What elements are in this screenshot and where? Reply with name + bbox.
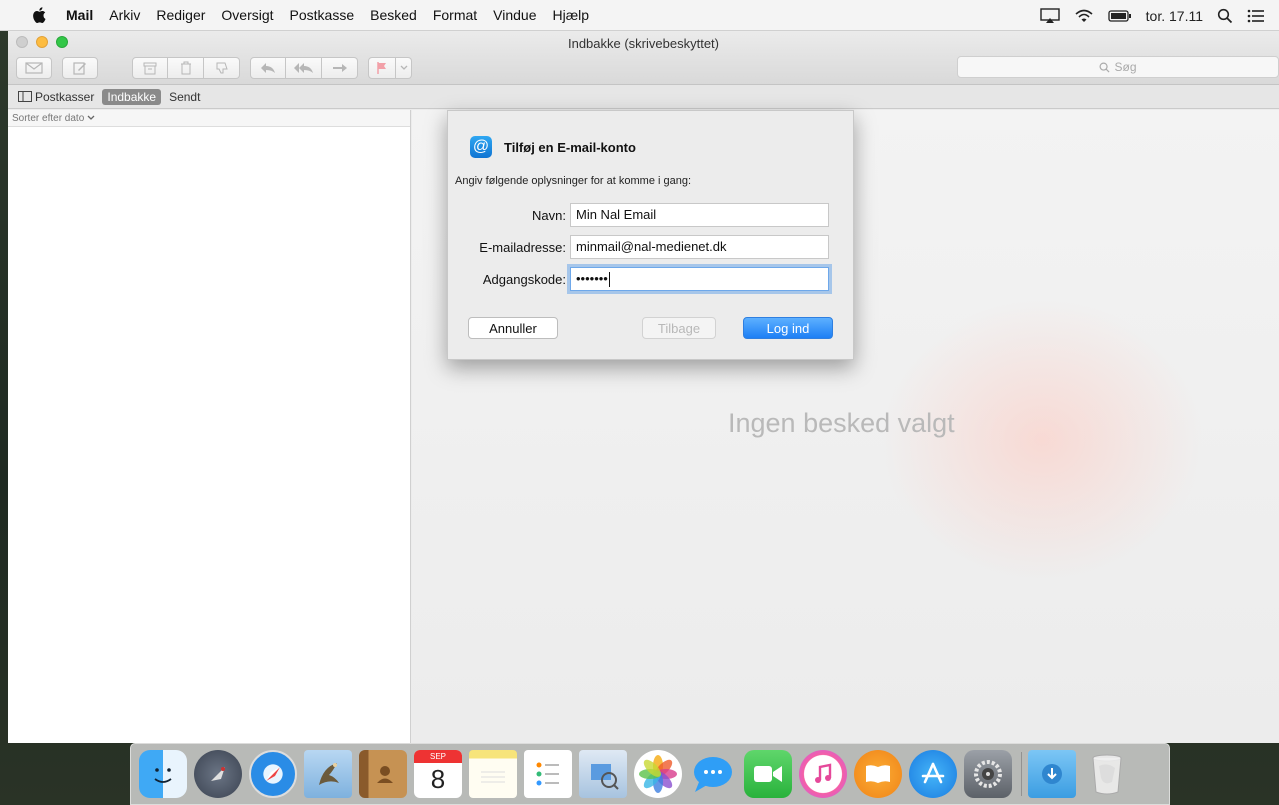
back-button[interactable]: Tilbage — [642, 317, 716, 339]
password-row: Adgangskode: ••••••• — [448, 267, 855, 291]
search-placeholder: Søg — [1114, 60, 1137, 74]
safari-icon[interactable] — [249, 750, 297, 798]
email-row: E-mailadresse: minmail@nal-medienet.dk — [448, 235, 855, 259]
archive-button[interactable] — [132, 57, 168, 79]
sidebar-icon — [18, 91, 32, 102]
password-dots: ••••••• — [576, 271, 608, 286]
menu-vindue[interactable]: Vindue — [493, 7, 536, 23]
cancel-button[interactable]: Annuller — [468, 317, 558, 339]
mailboxes-button[interactable]: Postkasser — [18, 90, 94, 104]
wifi-icon[interactable] — [1074, 8, 1094, 24]
mailboxes-label: Postkasser — [35, 89, 95, 104]
forward-icon — [332, 64, 347, 72]
search-field[interactable]: Søg — [957, 56, 1279, 78]
window-title: Indbakke (skrivebeskyttet) — [567, 36, 719, 51]
sort-menu[interactable]: Sorter efter dato — [8, 110, 410, 127]
spotlight-search-icon[interactable] — [1217, 8, 1233, 24]
reply-icon — [261, 63, 275, 73]
name-label: Navn: — [532, 207, 566, 223]
notes-icon[interactable] — [469, 750, 517, 798]
add-account-sheet: @ Tilføj en E-mail-konto Angiv følgende … — [447, 110, 854, 360]
sheet-subtitle: Angiv følgende oplysninger for at komme … — [455, 175, 692, 187]
message-list[interactable]: Sorter efter dato — [8, 110, 411, 743]
favorite-inbox[interactable]: Indbakke — [102, 88, 162, 105]
chevron-down-icon — [400, 65, 407, 70]
dock: SEP 8 — [130, 743, 1170, 805]
calendar-month: SEP — [414, 750, 462, 763]
reply-group — [250, 57, 358, 79]
name-row: Navn: Min Nal Email — [448, 203, 855, 227]
email-label: E-mailadresse: — [479, 239, 566, 255]
reply-all-icon — [293, 63, 313, 73]
password-field[interactable]: ••••••• — [570, 267, 829, 291]
reply-all-button[interactable] — [286, 57, 322, 79]
envelope-icon — [25, 62, 43, 74]
menu-hjaelp[interactable]: Hjælp — [553, 7, 590, 23]
password-label: Adgangskode: — [482, 271, 566, 287]
sheet-title: Tilføj en E-mail-konto — [504, 139, 636, 155]
favorites-bar: Postkasser Indbakke Sendt — [8, 85, 1279, 109]
calendar-day: 8 — [430, 764, 446, 794]
flag-button[interactable] — [368, 57, 396, 79]
chevron-down-icon — [87, 115, 95, 120]
thumbs-down-icon — [216, 62, 228, 74]
trash-icon[interactable] — [1083, 750, 1131, 798]
launchpad-icon[interactable] — [194, 750, 242, 798]
search-icon — [1099, 62, 1110, 73]
app-store-icon[interactable] — [909, 750, 957, 798]
preview-icon[interactable] — [579, 750, 627, 798]
downloads-icon[interactable] — [1028, 750, 1076, 798]
calendar-icon[interactable]: SEP 8 — [414, 750, 462, 798]
toolbar — [16, 56, 422, 80]
ibooks-icon[interactable] — [854, 750, 902, 798]
at-sign-icon: @ — [470, 136, 492, 158]
flag-menu-button[interactable] — [396, 57, 412, 79]
airplay-icon[interactable] — [1039, 7, 1060, 24]
system-preferences-icon[interactable] — [964, 750, 1012, 798]
photos-icon[interactable] — [634, 750, 682, 798]
dock-separator — [1021, 752, 1022, 796]
messages-icon[interactable] — [689, 750, 737, 798]
reminders-icon[interactable] — [524, 750, 572, 798]
itunes-icon[interactable] — [799, 750, 847, 798]
title-bar: Indbakke (skrivebeskyttet) Søg — [8, 31, 1279, 85]
facetime-icon[interactable] — [744, 750, 792, 798]
menu-oversigt[interactable]: Oversigt — [221, 7, 273, 23]
menu-app-mail[interactable]: Mail — [66, 7, 93, 23]
battery-icon[interactable] — [1108, 9, 1132, 23]
trash-icon — [180, 61, 191, 75]
menu-format[interactable]: Format — [433, 7, 477, 23]
menu-besked[interactable]: Besked — [370, 7, 417, 23]
name-field[interactable]: Min Nal Email — [570, 203, 829, 227]
contacts-icon[interactable] — [359, 750, 407, 798]
favorite-sent[interactable]: Sendt — [169, 90, 200, 104]
mail-icon[interactable] — [304, 750, 352, 798]
menu-bar: Mail Arkiv Rediger Oversigt Postkasse Be… — [0, 0, 1279, 31]
finder-icon[interactable] — [139, 750, 187, 798]
menu-arkiv[interactable]: Arkiv — [109, 7, 140, 23]
menu-clock[interactable]: tor. 17.11 — [1146, 8, 1203, 24]
sort-label: Sorter efter dato — [12, 112, 85, 124]
compose-icon — [73, 62, 86, 75]
email-field[interactable]: minmail@nal-medienet.dk — [570, 235, 829, 259]
get-mail-button[interactable] — [16, 57, 52, 79]
reply-button[interactable] — [250, 57, 286, 79]
compose-button[interactable] — [62, 57, 98, 79]
forward-button[interactable] — [322, 57, 358, 79]
menu-postkasse[interactable]: Postkasse — [290, 7, 355, 23]
archive-icon — [143, 62, 157, 75]
login-button[interactable]: Log ind — [743, 317, 833, 339]
no-message-label: Ingen besked valgt — [728, 408, 955, 438]
action-group — [132, 57, 240, 79]
junk-button[interactable] — [204, 57, 240, 79]
menu-rediger[interactable]: Rediger — [156, 7, 205, 23]
apple-menu-icon[interactable] — [28, 3, 52, 27]
flag-icon — [377, 62, 386, 74]
notification-center-icon[interactable] — [1247, 9, 1265, 23]
delete-button[interactable] — [168, 57, 204, 79]
text-caret — [608, 272, 610, 288]
flag-group — [368, 57, 412, 79]
